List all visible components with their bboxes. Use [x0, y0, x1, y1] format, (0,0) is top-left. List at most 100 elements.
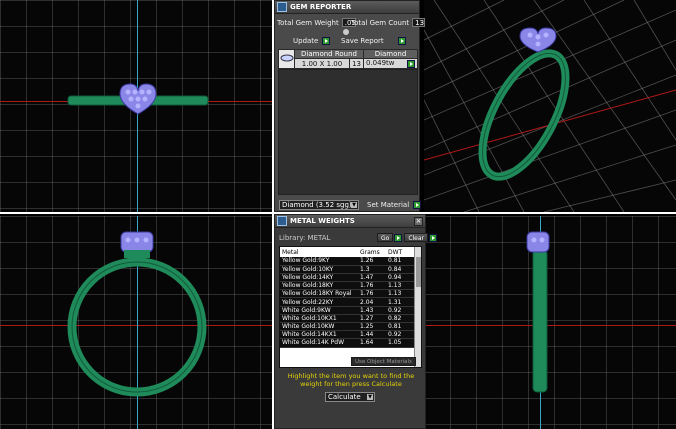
chevron-down-icon: ▼: [367, 394, 373, 400]
gem-size-cell[interactable]: 1.00 X 1.00: [294, 58, 350, 69]
metal-table-container[interactable]: Metal Grams DWT Yellow Gold:9KY 1.26 0.81 Y…: [279, 246, 422, 368]
metal-cell-metal: White Gold:14K PdW: [280, 338, 358, 348]
gem-thumbnail[interactable]: [278, 49, 295, 69]
metal-cell-grams: 1.43: [358, 306, 386, 315]
metal-cell-grams: 1.26: [358, 257, 386, 266]
chevron-down-icon: ▼: [351, 202, 357, 208]
metal-row[interactable]: Yellow Gold:10KY 1.3 0.84: [280, 265, 415, 274]
viewport-front[interactable]: [0, 0, 272, 212]
save-report-row: Save Report: [341, 37, 406, 45]
grams-col-header[interactable]: Grams: [358, 247, 386, 257]
resize-handle[interactable]: [343, 29, 349, 35]
metal-cell-metal: White Gold:14KX1: [280, 330, 358, 340]
update-label: Update: [293, 37, 319, 45]
metal-cell-metal: Yellow Gold:14KY: [280, 273, 358, 283]
metal-cell-grams: 1.25: [358, 322, 386, 332]
metal-cell-grams: 2.04: [358, 297, 386, 307]
metal-table: Metal Grams DWT Yellow Gold:9KY 1.26 0.81 Y…: [280, 247, 415, 348]
library-go-icon[interactable]: [394, 233, 403, 242]
library-buttons: Go Clear: [377, 233, 438, 242]
library-go-button[interactable]: Go: [377, 233, 394, 242]
use-object-materials-button[interactable]: Use Object Materials: [351, 357, 416, 366]
metal-row[interactable]: Yellow Gold:22KY 2.04 1.31: [280, 297, 415, 307]
material-select-value: Diamond (3.52 sgg): [282, 201, 352, 209]
metal-cell-grams: 1.76: [358, 289, 386, 299]
close-icon[interactable]: ×: [414, 216, 423, 226]
metal-row[interactable]: White Gold:9KW 1.43 0.92: [280, 306, 415, 315]
metal-cell-grams: 1.47: [358, 273, 386, 283]
metal-cell-dwt: 1.31: [386, 297, 415, 307]
metal-cell-dwt: 0.81: [386, 322, 415, 332]
use-object-materials-row: Use Object Materials: [351, 357, 416, 366]
set-material-label: Set Material: [367, 201, 410, 209]
gem-col-shape: Diamond Round: [294, 49, 364, 59]
material-select[interactable]: Diamond (3.52 sgg) ▼: [279, 200, 359, 210]
material-row: Diamond (3.52 sgg) ▼ Set Material: [279, 200, 422, 210]
metal-col-header[interactable]: Metal: [280, 247, 358, 257]
dwt-col-header[interactable]: DWT: [386, 247, 415, 257]
gem-list-area[interactable]: [278, 69, 418, 195]
metal-cell-grams: 1.76: [358, 281, 386, 291]
metal-row[interactable]: White Gold:10KW 1.25 0.81: [280, 322, 415, 332]
set-material-button[interactable]: [413, 201, 422, 209]
metal-cell-metal: Yellow Gold:10KY: [280, 265, 358, 274]
update-button[interactable]: [322, 37, 331, 45]
metal-cell-dwt: 0.94: [386, 273, 415, 283]
calculate-label: Calculate: [328, 393, 361, 401]
metal-cell-metal: White Gold:10KX1: [280, 314, 358, 324]
calculate-select[interactable]: Calculate ▼: [325, 392, 375, 402]
metal-row[interactable]: White Gold:14KX1 1.44 0.92: [280, 330, 415, 340]
metal-icon: [277, 216, 287, 226]
handle-dot-icon: [343, 29, 349, 35]
calculate-row: Calculate ▼: [325, 392, 375, 402]
metal-row[interactable]: Yellow Gold:18KY 1.76 1.13: [280, 281, 415, 291]
library-row: Library: METAL: [279, 234, 330, 242]
metal-cell-grams: 1.27: [358, 314, 386, 324]
gem-row-go-button[interactable]: [407, 60, 415, 68]
total-weight-label: Total Gem Weight: [277, 18, 339, 27]
gem-reporter-title: GEM REPORTER: [290, 3, 352, 11]
viewport-end[interactable]: [424, 216, 676, 429]
gem-reporter-panel: GEM REPORTER Total Gem Weight .05 Total …: [274, 0, 426, 212]
metal-cell-metal: Yellow Gold:22KY: [280, 297, 358, 307]
metal-cell-dwt: 1.13: [386, 289, 415, 299]
metal-cell-dwt: 0.81: [386, 257, 415, 266]
metal-cell-metal: White Gold:9KW: [280, 306, 358, 315]
gem-weight-value: 0.049tw: [366, 59, 395, 67]
metal-cell-dwt: 0.84: [386, 265, 415, 274]
metal-cell-dwt: 1.13: [386, 281, 415, 291]
metal-table-scrollbar[interactable]: [414, 247, 421, 367]
total-count-value: 13: [412, 18, 426, 27]
metal-row[interactable]: Yellow Gold:14KY 1.47 0.94: [280, 273, 415, 283]
save-report-label: Save Report: [341, 37, 384, 45]
metal-row[interactable]: Yellow Gold:18KY Royal 1.76 1.13: [280, 289, 415, 299]
total-weight-row: Total Gem Weight .05: [277, 18, 356, 27]
metal-cell-dwt: 0.92: [386, 306, 415, 315]
perspective-grid: [424, 0, 676, 212]
library-label: Library: METAL: [279, 234, 331, 242]
metal-row[interactable]: Yellow Gold:9KY 1.26 0.81: [280, 257, 415, 266]
metal-weights-title: METAL WEIGHTS: [290, 217, 355, 225]
gem-table: Diamond Round Diamond 1.00 X 1.00 13 0.0…: [278, 49, 418, 69]
metal-cell-dwt: 1.05: [386, 338, 415, 348]
viewport-side[interactable]: [0, 216, 272, 429]
update-row: Update: [293, 37, 331, 45]
metal-row[interactable]: White Gold:10KX1 1.27 0.82: [280, 314, 415, 324]
total-count-label: Total Gem Count: [351, 18, 410, 27]
save-report-button[interactable]: [397, 37, 406, 45]
metal-row[interactable]: White Gold:14K PdW 1.64 1.05: [280, 338, 415, 348]
metal-cell-metal: Yellow Gold:9KY: [280, 257, 358, 266]
library-clear-icon[interactable]: [429, 233, 438, 242]
gem-count-cell[interactable]: 13: [349, 58, 364, 69]
metal-weights-titlebar[interactable]: METAL WEIGHTS ×: [275, 215, 425, 228]
library-clear-button[interactable]: Clear: [404, 233, 429, 242]
scrollbar-thumb[interactable]: [416, 257, 421, 287]
metal-cell-grams: 1.64: [358, 338, 386, 348]
metal-cell-dwt: 0.82: [386, 314, 415, 324]
gem-weight-cell[interactable]: 0.049tw: [363, 58, 418, 69]
metal-cell-metal: White Gold:10KW: [280, 322, 358, 332]
gem-col-material: Diamond: [363, 49, 418, 59]
metal-cell-dwt: 0.92: [386, 330, 415, 340]
gem-reporter-titlebar[interactable]: GEM REPORTER: [275, 1, 419, 14]
viewport-perspective[interactable]: [424, 0, 676, 212]
